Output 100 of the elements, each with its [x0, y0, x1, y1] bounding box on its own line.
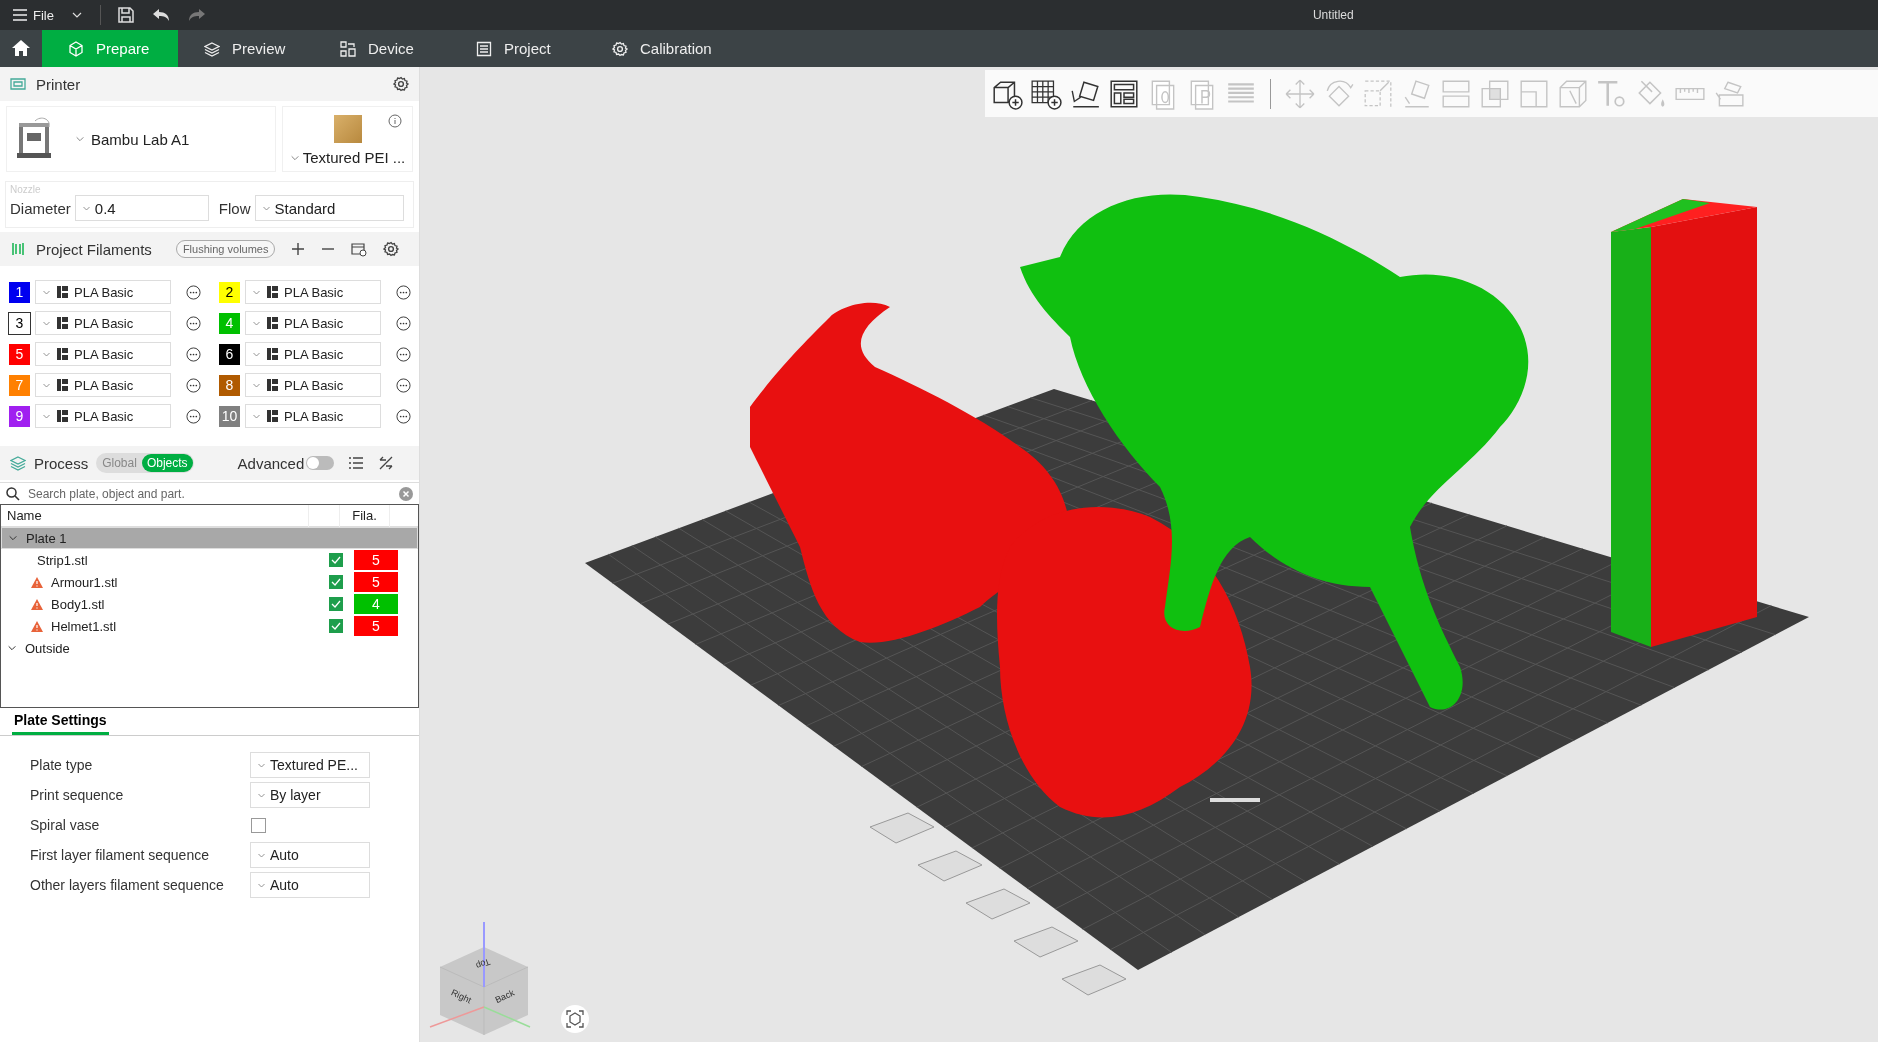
save-icon[interactable] [116, 6, 135, 24]
filament-number[interactable]: 1 [9, 281, 30, 303]
filament-icon [267, 317, 278, 329]
filament-number[interactable]: 5 [354, 616, 398, 636]
more-icon[interactable] [396, 346, 411, 362]
tab[interactable]: Project [450, 30, 586, 67]
expand-icon[interactable] [7, 643, 17, 653]
toggle-label: Advanced [237, 454, 305, 472]
tree-row[interactable]: Plate 1 [1, 527, 418, 549]
visibility-checkbox[interactable] [329, 553, 343, 567]
dropdown[interactable]: Auto [250, 842, 370, 868]
more-icon[interactable] [186, 377, 201, 393]
clear-icon[interactable] [399, 486, 413, 501]
filament-number[interactable]: 5 [354, 572, 398, 592]
tree-label[interactable]: Body1.stl [51, 596, 105, 612]
device-icon [340, 40, 356, 57]
tab[interactable]: Calibration [586, 30, 738, 67]
dropdown[interactable]: Auto [250, 872, 370, 898]
more-icon[interactable] [186, 346, 201, 362]
setting-label: Spiral vase [30, 817, 101, 833]
advanced-toggle[interactable] [306, 456, 335, 470]
filament-number[interactable]: 2 [219, 281, 240, 303]
visibility-checkbox[interactable] [329, 619, 343, 633]
tree-label[interactable]: Helmet1.stl [51, 618, 117, 634]
filament-icon [267, 286, 278, 298]
visibility-checkbox[interactable] [329, 575, 343, 589]
gear-icon [612, 40, 628, 57]
more-icon[interactable] [396, 284, 411, 300]
dropdown[interactable]: By layer [250, 782, 370, 808]
list-icon[interactable] [348, 455, 365, 471]
filament-dropdown[interactable]: PLA Basic [35, 404, 171, 428]
more-icon[interactable] [396, 377, 411, 393]
layers-icon [10, 455, 26, 471]
add-icon[interactable] [291, 242, 306, 256]
layers-icon [204, 40, 220, 57]
filament-dropdown[interactable]: PLA Basic [35, 280, 171, 304]
check-icon [331, 578, 341, 586]
more-icon[interactable] [396, 315, 411, 331]
tree-label[interactable]: Armour1.stl [51, 574, 118, 590]
filament-dropdown[interactable]: PLA Basic [245, 373, 381, 397]
setting-label: Other layers filament sequence [30, 877, 225, 893]
redo-icon[interactable] [186, 7, 207, 23]
dropdown[interactable]: Standard [254, 195, 404, 221]
file-menu[interactable]: File [12, 7, 54, 23]
more-icon[interactable] [396, 408, 411, 424]
more-icon[interactable] [186, 315, 201, 331]
filament-number[interactable]: 5 [9, 343, 30, 365]
dropdown[interactable]: 0.4 [74, 195, 209, 221]
tree-label[interactable]: Strip1.stl [37, 552, 88, 568]
plate-name: Textured PEI ... [302, 149, 406, 166]
calendar-icon[interactable] [351, 241, 368, 257]
filament-dropdown[interactable]: PLA Basic [245, 311, 381, 335]
filament-number[interactable]: 10 [219, 405, 240, 427]
checkbox[interactable] [251, 817, 266, 833]
check-icon [331, 600, 341, 608]
expand-icon[interactable] [8, 533, 18, 543]
more-icon[interactable] [186, 284, 201, 300]
filament-number[interactable]: 9 [9, 405, 30, 427]
printer-name: Bambu Lab A1 [91, 130, 190, 148]
tab[interactable]: Plate Settings [12, 708, 109, 735]
filament-number[interactable]: 5 [354, 550, 398, 570]
filament-dropdown[interactable]: PLA Basic [245, 280, 381, 304]
cube-face-label: Back [493, 987, 516, 1006]
flushing-volumes-button[interactable]: Flushing volumes [175, 240, 276, 258]
info-icon[interactable] [388, 114, 402, 128]
dropdown[interactable]: Textured PE... [250, 752, 370, 778]
plate-card[interactable]: Textured PEI ... [282, 106, 413, 172]
visibility-checkbox[interactable] [329, 597, 343, 611]
printer-card[interactable]: Bambu Lab A1 [6, 106, 276, 172]
filament-dropdown[interactable]: PLA Basic [35, 311, 171, 335]
filament-number[interactable]: 6 [219, 343, 240, 365]
section-title: Project Filaments [36, 240, 152, 258]
filament-dropdown[interactable]: PLA Basic [245, 404, 381, 428]
list-icon [476, 40, 492, 57]
filament-dropdown[interactable]: PLA Basic [35, 373, 171, 397]
setting-label: Print sequence [30, 787, 125, 803]
filament-icon [267, 348, 278, 360]
section-title: Printer [36, 75, 81, 93]
filament-dropdown[interactable]: PLA Basic [35, 342, 171, 366]
setting-label: First layer filament sequence [30, 847, 210, 863]
filament-number[interactable]: 8 [219, 374, 240, 396]
camera-reset-icon[interactable] [560, 1004, 590, 1034]
more-icon[interactable] [186, 408, 201, 424]
tab[interactable]: Preview [178, 30, 314, 67]
arrange-icon[interactable] [1108, 77, 1140, 110]
settings-icon[interactable] [383, 241, 400, 257]
tab[interactable]: Device [314, 30, 450, 67]
tree-row[interactable]: Outside [1, 637, 418, 659]
field-label: Diameter [10, 199, 71, 217]
setting-label: Plate type [30, 757, 94, 773]
check-icon [331, 622, 341, 630]
filament-icon [267, 379, 278, 391]
filament-icon [57, 286, 68, 298]
field-label: Flow [218, 199, 251, 217]
filament-dropdown[interactable]: PLA Basic [245, 342, 381, 366]
chevron-down-icon [75, 134, 85, 144]
settings-icon[interactable] [393, 76, 409, 92]
view-cube[interactable] [429, 921, 531, 1036]
compare-icon[interactable] [378, 455, 395, 471]
home-icon[interactable] [11, 38, 31, 58]
